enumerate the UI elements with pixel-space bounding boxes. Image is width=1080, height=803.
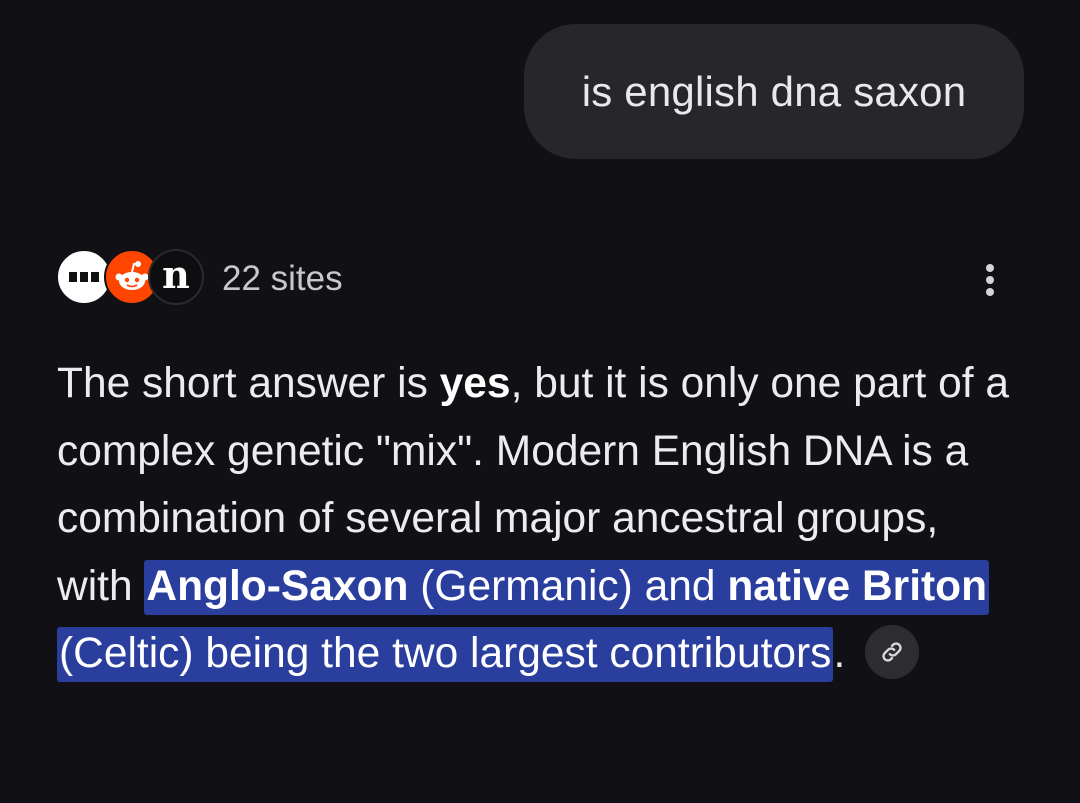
more-dot [986,276,994,284]
more-dot [986,264,994,272]
highlight-segment: (Germanic) and [408,562,728,610]
highlight-bold-anglo-saxon: Anglo-Saxon [146,562,409,610]
answer-segment: . [833,630,846,677]
more-dot [986,288,994,296]
source-link-button[interactable] [865,624,920,679]
answer-segment: The short answer is [57,360,440,407]
sources-button[interactable]: n 22 sites [56,249,343,309]
link-icon [882,642,902,662]
answer-text: The short answer is yes, but it is only … [57,350,1017,688]
highlighted-citation[interactable]: Anglo-Saxon (Germanic) and native Briton… [57,559,990,682]
highlight-bold-native-briton: native Briton [727,562,988,610]
user-message-bubble: is english dna saxon [524,24,1024,159]
user-message-text: is english dna saxon [581,67,967,115]
source-favicons: n [56,249,204,309]
highlight-segment: (Celtic) being the two largest contribut… [59,630,832,677]
n-logo-letter: n [162,252,190,297]
n-logo-icon: n [148,249,204,305]
answer-bold-yes: yes [439,360,511,407]
more-options-button[interactable] [974,258,1006,302]
sites-count: 22 sites [222,259,343,298]
